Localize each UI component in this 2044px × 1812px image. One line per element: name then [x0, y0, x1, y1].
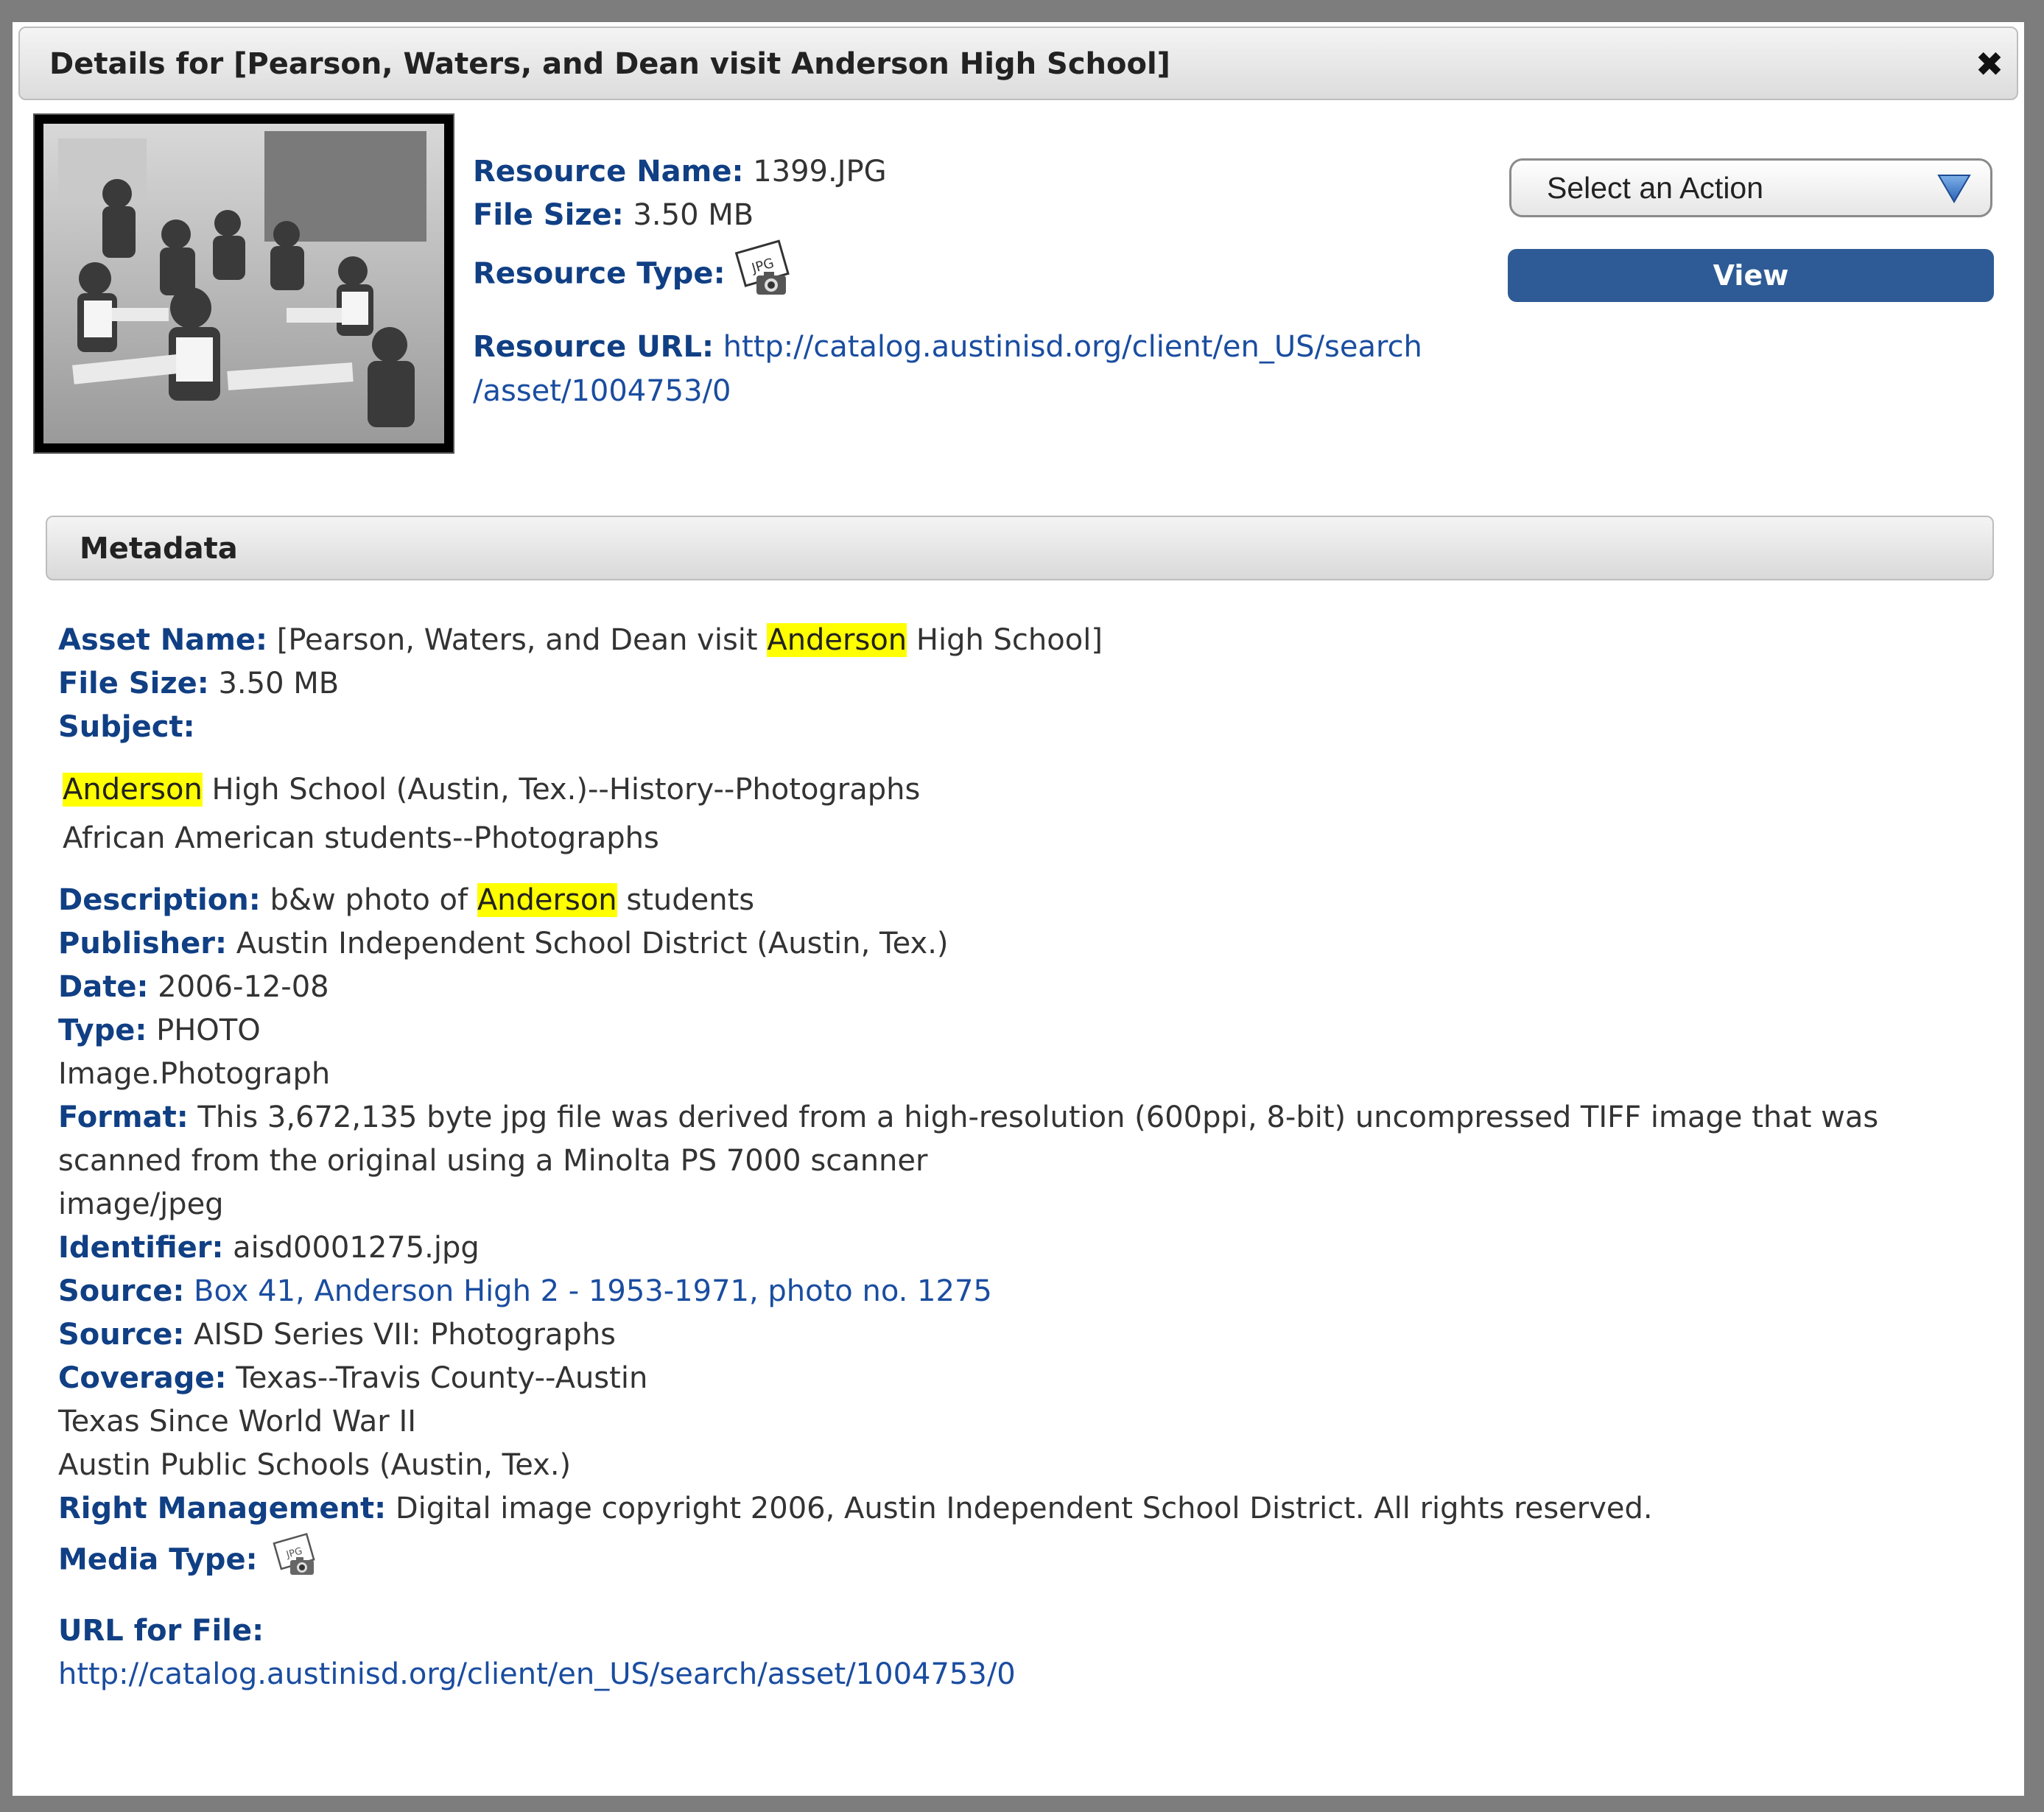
description-row: Description: b&w photo of Anderson stude… — [58, 879, 1988, 922]
metadata-header-title: Metadata — [80, 532, 238, 566]
details-dialog: Details for [Pearson, Waters, and Dean v… — [13, 22, 2024, 1796]
format-value: This 3,672,135 byte jpg file was derived… — [197, 1100, 1879, 1134]
format-row: Format: This 3,672,135 byte jpg file was… — [58, 1096, 1988, 1183]
file-size-row: File Size: 3.50 MB — [58, 662, 1988, 706]
select-action-label: Select an Action — [1547, 171, 1764, 205]
asset-name-value-start: [Pearson, Waters, and Dean visit — [276, 623, 758, 657]
file-size-label: File Size: — [473, 198, 624, 232]
subject-row: Subject: — [58, 706, 1988, 749]
date-row: Date: 2006-12-08 — [58, 966, 1988, 1009]
description-value-start: b&w photo of — [270, 883, 468, 917]
publisher-value: Austin Independent School District (Aust… — [236, 927, 949, 961]
identifier-label: Identifier: — [58, 1231, 224, 1265]
subject-item: Anderson High School (Austin, Tex.)--His… — [63, 765, 1988, 814]
resource-name-label: Resource Name: — [473, 155, 744, 189]
rights-value: Digital image copyright 2006, Austin Ind… — [395, 1492, 1653, 1525]
jpg-photo-icon: JPG — [734, 237, 798, 313]
search-highlight: Anderson — [477, 883, 617, 917]
coverage-label: Coverage: — [58, 1361, 227, 1395]
classroom-photo-image — [43, 124, 444, 443]
source-link[interactable]: Box 41, Anderson High 2 - 1953-1971, pho… — [194, 1274, 992, 1308]
resource-type-label: Resource Type: — [473, 256, 726, 291]
description-label: Description: — [58, 883, 261, 917]
jpg-photo-icon: JPG — [273, 1531, 321, 1592]
dialog-title: Details for [Pearson, Waters, and Dean v… — [49, 47, 1170, 81]
resource-url-link[interactable]: http://catalog.austinisd.org/client/en_U… — [723, 330, 1422, 364]
resource-info: Resource Name: 1399.JPG File Size: 3.50 … — [473, 150, 1504, 413]
subject-item-text: High School (Austin, Tex.)--History--Pho… — [211, 773, 921, 807]
url-for-file-value-row: http://catalog.austinisd.org/client/en_U… — [58, 1653, 1988, 1696]
publisher-row: Publisher: Austin Independent School Dis… — [58, 922, 1988, 966]
format-label: Format: — [58, 1100, 189, 1134]
source-row-2: Source: AISD Series VII: Photographs — [58, 1313, 1988, 1357]
asset-name-value-end: High School] — [916, 623, 1103, 657]
coverage-row: Coverage: Texas--Travis County--Austin — [58, 1357, 1988, 1400]
format-value-cont: scanned from the original using a Minolt… — [58, 1144, 928, 1178]
type-label: Type: — [58, 1014, 147, 1047]
metadata-list: Asset Name: [Pearson, Waters, and Dean v… — [58, 619, 1988, 1696]
url-for-file-label: URL for File: — [58, 1614, 264, 1648]
close-icon[interactable]: ✖ — [1970, 44, 2009, 84]
metadata-header: Metadata — [46, 516, 1994, 580]
source-label: Source: — [58, 1274, 185, 1308]
chevron-down-icon — [1937, 174, 1971, 211]
file-size-row: File Size: 3.50 MB — [473, 194, 1504, 237]
type-row: Type: PHOTO — [58, 1009, 1988, 1053]
select-action-dropdown[interactable]: Select an Action — [1509, 158, 1992, 217]
resource-thumbnail[interactable] — [35, 115, 453, 452]
resource-url-row: Resource URL: http://catalog.austinisd.o… — [473, 325, 1504, 413]
file-size-value: 3.50 MB — [633, 198, 754, 232]
type-value: PHOTO — [156, 1014, 261, 1047]
format-value-2: image/jpeg — [58, 1187, 224, 1221]
source-row-1: Source: Box 41, Anderson High 2 - 1953-1… — [58, 1270, 1988, 1313]
subject-list: Anderson High School (Austin, Tex.)--His… — [58, 765, 1988, 863]
search-highlight: Anderson — [767, 623, 907, 657]
view-button[interactable]: View — [1508, 249, 1994, 302]
asset-name-label: Asset Name: — [58, 623, 268, 657]
date-label: Date: — [58, 970, 149, 1004]
coverage-value: Texas--Travis County--Austin — [236, 1361, 648, 1395]
rights-label: Right Management: — [58, 1492, 387, 1525]
source-value: AISD Series VII: Photographs — [194, 1318, 617, 1352]
media-type-label: Media Type: — [58, 1542, 258, 1577]
dialog-title-bar: Details for [Pearson, Waters, and Dean v… — [18, 27, 2018, 100]
file-size-value: 3.50 MB — [218, 667, 340, 700]
rights-row: Right Management: Digital image copyrigh… — [58, 1487, 1988, 1531]
url-for-file-link[interactable]: http://catalog.austinisd.org/client/en_U… — [58, 1657, 1016, 1691]
coverage-value-3: Austin Public Schools (Austin, Tex.) — [58, 1448, 572, 1482]
source-label: Source: — [58, 1318, 185, 1352]
url-for-file-row: URL for File: — [58, 1609, 1988, 1653]
type-value-2: Image.Photograph — [58, 1057, 331, 1091]
coverage-value-2: Texas Since World War II — [58, 1405, 417, 1439]
asset-name-row: Asset Name: [Pearson, Waters, and Dean v… — [58, 619, 1988, 662]
description-value-end: students — [626, 883, 755, 917]
search-highlight: Anderson — [63, 773, 203, 807]
identifier-row: Identifier: aisd0001275.jpg — [58, 1226, 1988, 1270]
resource-type-row: Resource Type: JPG — [473, 237, 1504, 313]
resource-name-row: Resource Name: 1399.JPG — [473, 150, 1504, 194]
resource-url-label: Resource URL: — [473, 330, 714, 364]
subject-label: Subject: — [58, 710, 195, 744]
resource-name-value: 1399.JPG — [753, 155, 887, 189]
identifier-value: aisd0001275.jpg — [233, 1231, 480, 1265]
publisher-label: Publisher: — [58, 927, 227, 961]
date-value: 2006-12-08 — [158, 970, 329, 1004]
media-type-row: Media Type: JPG — [58, 1531, 1988, 1592]
resource-url-link-cont[interactable]: /asset/1004753/0 — [473, 374, 731, 408]
subject-item: African American students--Photographs — [63, 821, 659, 855]
file-size-label: File Size: — [58, 667, 209, 700]
